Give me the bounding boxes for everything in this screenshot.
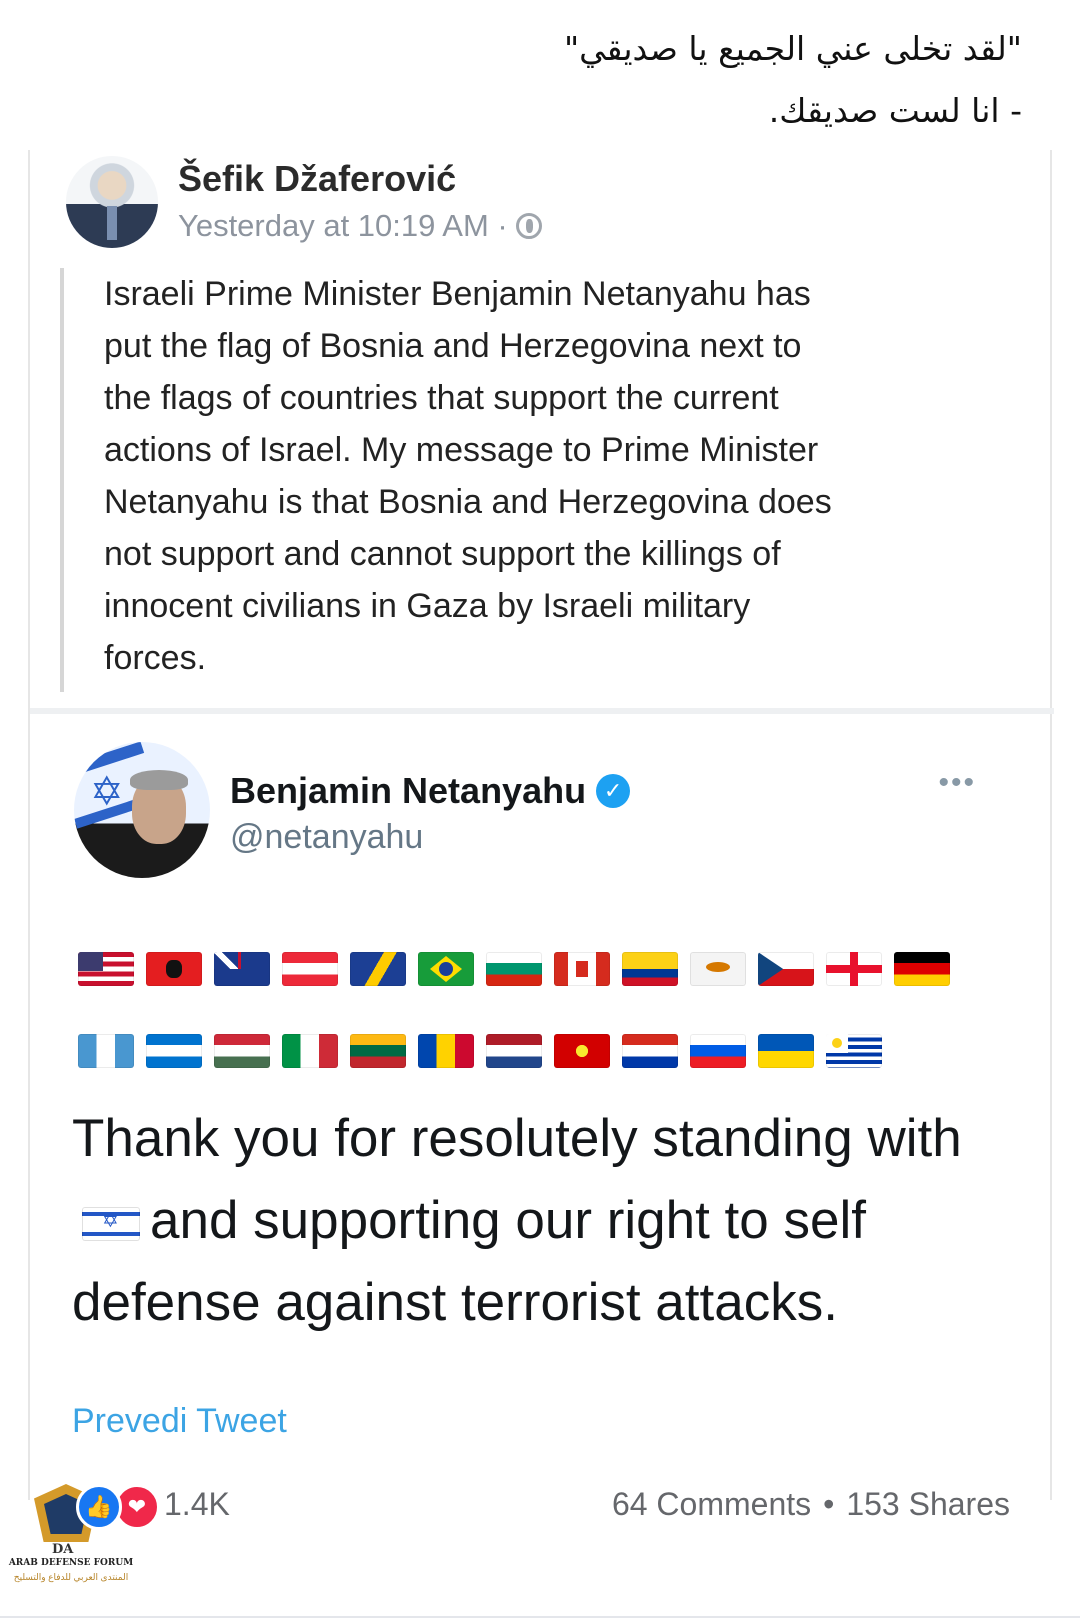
post-stats: 64 Comments • 153 Shares	[612, 1486, 1010, 1523]
verified-badge-icon: ✓	[596, 774, 631, 808]
flag-co-icon	[622, 952, 678, 986]
flag-bg-icon	[486, 952, 542, 986]
flag-si-icon	[690, 1034, 746, 1068]
divider	[30, 708, 1054, 714]
stats-separator: •	[823, 1486, 835, 1522]
flag-de-icon	[894, 952, 950, 986]
more-options-icon[interactable]: •••	[938, 766, 976, 800]
post-footer: DA ARAB DEFENSE FORUM المنتدى العربي للد…	[0, 1470, 1080, 1620]
translate-tweet-link[interactable]: Prevedi Tweet	[72, 1402, 287, 1441]
flag-it-icon	[282, 1034, 338, 1068]
flag-md-icon	[418, 1034, 474, 1068]
logo-text-ar: المنتدى العربي للدفاع والتسليح	[13, 1572, 129, 1582]
logo-abbr: DA	[52, 1542, 74, 1557]
like-icon: 👍	[76, 1484, 122, 1530]
fb-post-text: Israeli Prime Minister Benjamin Netanyah…	[104, 275, 832, 677]
reactions[interactable]: 👍 ❤	[76, 1484, 160, 1530]
tweet-author-avatar[interactable]: ✡	[74, 742, 210, 878]
flag-au-icon	[214, 952, 270, 986]
comments-count[interactable]: 64 Comments	[612, 1486, 811, 1523]
fb-author-name[interactable]: Šefik Džaferović	[178, 158, 456, 200]
reaction-count[interactable]: 1.4K	[164, 1486, 230, 1523]
tweet-author-name-text: Benjamin Netanyahu	[230, 770, 587, 811]
flag-br-icon	[418, 952, 474, 986]
flag-uy-icon	[826, 1034, 882, 1068]
globe-icon	[515, 213, 542, 239]
caption-line-1: "لقد تخلى عني الجميع يا صديقي"	[563, 29, 1022, 68]
flag-py-icon	[622, 1034, 678, 1068]
flag-ba-icon	[350, 952, 406, 986]
fb-post-header: Šefik Džaferović Yesterday at 10:19 AM ·	[66, 156, 1006, 256]
shared-screenshot: Šefik Džaferović Yesterday at 10:19 AM ·…	[28, 150, 1054, 1500]
israel-flag-icon	[82, 1207, 140, 1241]
caption: "لقد تخلى عني الجميع يا صديقي" - انا لست…	[122, 18, 1022, 142]
flag-hn-icon	[146, 1034, 202, 1068]
flag-ca-icon	[554, 952, 610, 986]
tweet-author-handle[interactable]: @netanyahu	[230, 818, 423, 857]
tweet-text-part-2: and supporting our right to self defense…	[72, 1191, 866, 1332]
flag-gt-icon	[78, 1034, 134, 1068]
logo-text: ARAB DEFENSE FORUM	[8, 1558, 134, 1568]
flag-ua-icon	[758, 1034, 814, 1068]
tweet-text-part-1: Thank you for resolutely standing with	[72, 1109, 962, 1168]
tweet-author-name[interactable]: Benjamin Netanyahu ✓	[230, 770, 631, 812]
flag-us-icon	[78, 952, 134, 986]
caption-line-2: - انا لست صديقك.	[768, 91, 1022, 130]
flag-emoji-row-2	[78, 1034, 882, 1068]
flag-hu-icon	[214, 1034, 270, 1068]
flag-at-icon	[282, 952, 338, 986]
flag-emoji-row-1	[78, 952, 950, 986]
flag-ge-icon	[826, 952, 882, 986]
fb-timestamp-text: Yesterday at 10:19 AM ·	[178, 208, 508, 243]
fb-author-avatar[interactable]	[66, 156, 158, 248]
footer-divider	[0, 1616, 1080, 1618]
flag-lt-icon	[350, 1034, 406, 1068]
flag-nl-icon	[486, 1034, 542, 1068]
tweet-text: Thank you for resolutely standing with an…	[72, 1098, 1032, 1344]
fb-post-timestamp[interactable]: Yesterday at 10:19 AM ·	[178, 208, 542, 244]
fb-post-body: Israeli Prime Minister Benjamin Netanyah…	[60, 268, 1000, 692]
flag-al-icon	[146, 952, 202, 986]
flag-cy-icon	[690, 952, 746, 986]
flag-mk-icon	[554, 1034, 610, 1068]
flag-cz-icon	[758, 952, 814, 986]
shares-count[interactable]: 153 Shares	[846, 1486, 1010, 1523]
